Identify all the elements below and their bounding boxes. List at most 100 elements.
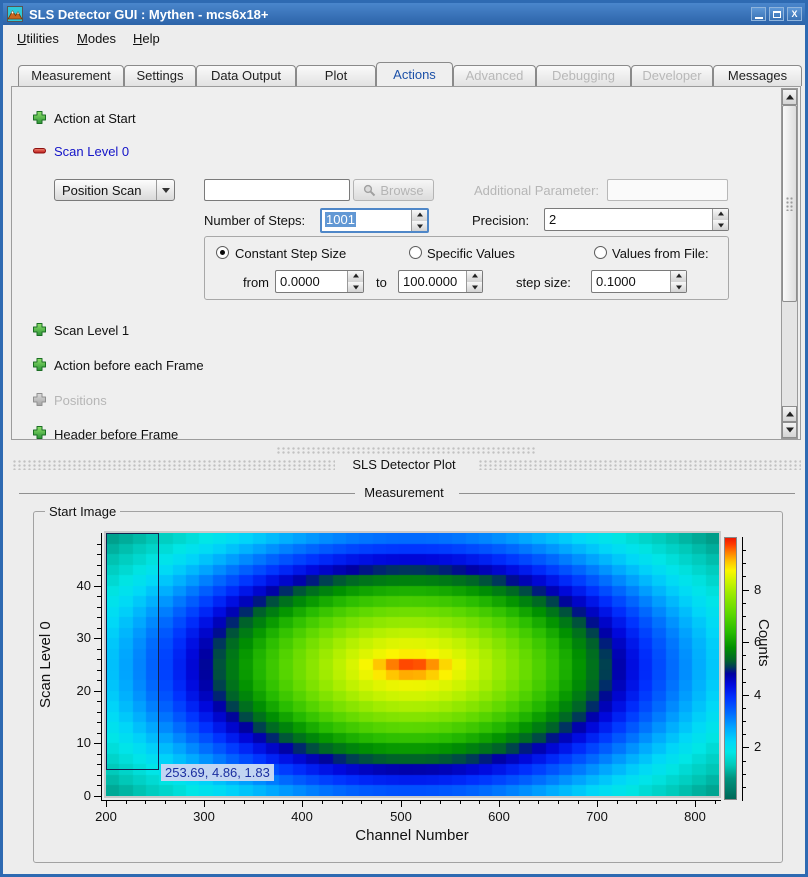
tab-measurement[interactable]: Measurement [18, 65, 124, 86]
axis-tick [97, 722, 101, 723]
scan-level-1-label[interactable]: Scan Level 1 [54, 323, 129, 338]
spin-down-icon[interactable] [348, 282, 363, 293]
menu-bar: Utilities Modes Help [3, 25, 805, 51]
axis-tick [94, 743, 101, 744]
x-axis-title: Channel Number [312, 827, 512, 844]
specific-values-label[interactable]: Specific Values [427, 246, 515, 261]
axis-tick [742, 774, 746, 775]
axis-tick [97, 628, 101, 629]
axis-tick [145, 800, 146, 804]
tab-data-output[interactable]: Data Output [196, 65, 296, 86]
heatmap-canvas[interactable] [106, 533, 719, 796]
spin-up-icon[interactable] [467, 271, 482, 282]
spin-down-icon[interactable] [713, 220, 728, 231]
spin-down-icon[interactable] [671, 282, 686, 293]
minimize-button[interactable] [751, 7, 766, 21]
axis-tick-label: 300 [184, 809, 224, 824]
scan-level-0-label[interactable]: Scan Level 0 [54, 144, 129, 159]
axis-tick [499, 800, 500, 807]
action-before-frame-label[interactable]: Action before each Frame [54, 358, 204, 373]
values-from-file-label[interactable]: Values from File: [612, 246, 709, 261]
spin-down-icon[interactable] [412, 221, 427, 232]
number-of-steps-spinbox[interactable]: 1001 [320, 208, 429, 233]
add-icon[interactable] [32, 357, 47, 372]
axis-tick-label: 40 [59, 578, 91, 593]
from-spinbox[interactable]: 0.0000 [275, 270, 364, 293]
axis-tick [742, 616, 746, 617]
axis-tick-label: 600 [479, 809, 519, 824]
tab-settings[interactable]: Settings [124, 65, 196, 86]
scan-mode-value: Position Scan [62, 183, 142, 198]
remove-icon[interactable] [32, 143, 47, 158]
axis-tick [263, 800, 264, 804]
scrollbar-thumb[interactable] [782, 105, 797, 302]
app-window: SLS Detector GUI : Mythen - mcs6x18+ X U… [0, 0, 808, 877]
close-button[interactable]: X [787, 7, 802, 21]
close-icon: X [791, 9, 797, 19]
step-size-spinbox[interactable]: 0.1000 [591, 270, 687, 293]
axis-tick [97, 659, 101, 660]
tab-debugging: Debugging [536, 65, 631, 86]
constant-step-size-radio[interactable] [216, 246, 229, 259]
scroll-down-button[interactable] [782, 422, 797, 438]
magnifier-icon [363, 184, 376, 197]
axis-tick [97, 544, 101, 545]
axis-tick [742, 642, 749, 643]
axis-tick [97, 565, 101, 566]
scrollbar-grip [786, 197, 793, 211]
precision-spinbox[interactable]: 2 [544, 208, 729, 231]
axis-tick-label: 800 [675, 809, 715, 824]
add-icon[interactable] [32, 110, 47, 125]
axis-tick [742, 669, 746, 670]
axis-tick [742, 708, 746, 709]
vertical-scrollbar[interactable] [781, 88, 798, 439]
menu-modes[interactable]: Modes [77, 31, 116, 46]
axis-tick [97, 554, 101, 555]
axis-tick [742, 787, 746, 788]
tab-actions[interactable]: Actions [376, 62, 453, 86]
axis-tick [94, 586, 101, 587]
menu-help[interactable]: Help [133, 31, 160, 46]
axis-tick [204, 800, 205, 807]
colorbar [724, 537, 737, 800]
splitter-collapse-handle[interactable] [277, 447, 537, 455]
specific-values-radio[interactable] [409, 246, 422, 259]
scan-mode-select[interactable]: Position Scan [54, 179, 175, 201]
number-of-steps-value: 1001 [325, 212, 356, 227]
tab-messages[interactable]: Messages [713, 65, 802, 86]
axis-tick [715, 800, 716, 804]
scroll-up-button[interactable] [782, 89, 797, 105]
scan-script-input[interactable] [204, 179, 350, 201]
action-at-start-label[interactable]: Action at Start [54, 111, 136, 126]
tab-plot[interactable]: Plot [296, 65, 376, 86]
add-icon[interactable] [32, 425, 47, 440]
axis-tick [742, 747, 749, 748]
cursor-readout: 253.69, 4.86, 1.83 [161, 764, 274, 781]
constant-step-size-label[interactable]: Constant Step Size [235, 246, 346, 261]
axis-tick [97, 680, 101, 681]
axis-tick [97, 712, 101, 713]
number-of-steps-label: Number of Steps: [204, 213, 305, 228]
menu-utilities[interactable]: Utilities [17, 31, 59, 46]
spin-up-icon[interactable] [713, 209, 728, 220]
spin-up-icon[interactable] [412, 210, 427, 221]
maximize-button[interactable] [769, 7, 784, 21]
spin-up-icon[interactable] [348, 271, 363, 282]
title-bar[interactable]: SLS Detector GUI : Mythen - mcs6x18+ X [3, 3, 805, 25]
from-label: from [243, 275, 269, 290]
step-size-value: 0.1000 [596, 274, 636, 289]
precision-value: 2 [549, 212, 556, 227]
values-from-file-radio[interactable] [594, 246, 607, 259]
spin-down-icon[interactable] [467, 282, 482, 293]
tab-developer: Developer [631, 65, 713, 86]
to-spinbox[interactable]: 100.0000 [398, 270, 483, 293]
add-icon[interactable] [32, 322, 47, 337]
axis-tick [97, 775, 101, 776]
spin-up-icon[interactable] [671, 271, 686, 282]
window-title: SLS Detector GUI : Mythen - mcs6x18+ [29, 7, 751, 22]
axis-tick-label: 700 [577, 809, 617, 824]
header-before-frame-label[interactable]: Header before Frame [54, 427, 178, 440]
axis-tick [97, 754, 101, 755]
scroll-up-button-2[interactable] [782, 406, 797, 422]
axis-tick [742, 576, 746, 577]
